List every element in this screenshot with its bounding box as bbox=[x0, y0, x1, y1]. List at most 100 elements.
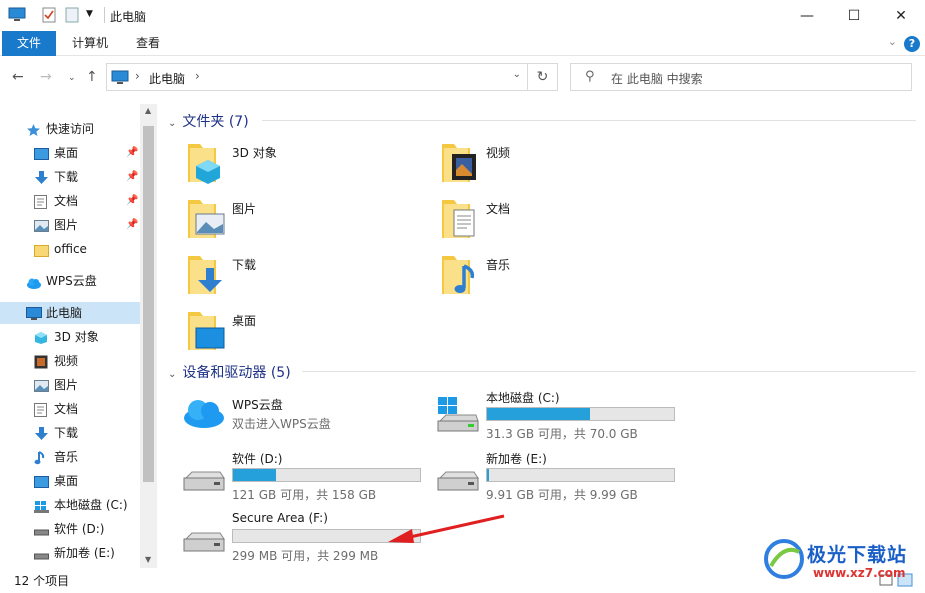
sidebar-item-drive-d[interactable]: 软件 (D:) bbox=[0, 518, 140, 540]
search-icon: ⚲ bbox=[585, 69, 595, 84]
download-icon bbox=[34, 426, 49, 440]
drive-icon bbox=[183, 471, 225, 491]
breadcrumb[interactable]: 此电脑 bbox=[149, 70, 185, 87]
folder-desktop[interactable]: 桌面 bbox=[186, 308, 426, 360]
computer-icon bbox=[8, 7, 26, 25]
annotation-arrow bbox=[388, 514, 505, 543]
wps-cloud-tile[interactable]: WPS云盘 双击进入WPS云盘 bbox=[182, 396, 442, 450]
recent-locations-icon[interactable]: ⌄ bbox=[68, 73, 76, 83]
sidebar-item-3d-objects[interactable]: 3D 对象 bbox=[0, 326, 140, 348]
pin-icon[interactable]: 📌 bbox=[126, 190, 138, 212]
divider bbox=[262, 120, 916, 121]
chevron-right-icon[interactable]: › bbox=[135, 69, 140, 83]
folder-downloads[interactable]: 下载 bbox=[186, 252, 426, 304]
customize-toolbar-icon[interactable]: ▼ bbox=[86, 9, 93, 19]
drive-icon bbox=[437, 471, 479, 491]
search-input[interactable]: ⚲ 在 此电脑 中搜索 bbox=[570, 63, 912, 91]
sidebar-item-desktop[interactable]: 桌面 📌 bbox=[0, 142, 140, 164]
drive-d-tile[interactable]: 软件 (D:) 121 GB 可用，共 158 GB bbox=[182, 450, 442, 504]
star-icon bbox=[26, 122, 41, 136]
folder-documents[interactable]: 文档 bbox=[440, 196, 680, 248]
chevron-down-icon: ⌄ bbox=[168, 118, 177, 129]
pin-icon[interactable]: 📌 bbox=[126, 166, 138, 188]
cube-icon bbox=[34, 330, 49, 344]
desktop-icon bbox=[34, 474, 49, 488]
download-icon bbox=[34, 170, 49, 184]
properties-icon[interactable] bbox=[42, 7, 56, 26]
folder-icon bbox=[34, 242, 49, 257]
tab-file[interactable]: 文件 bbox=[2, 31, 56, 56]
sidebar-item-drive-e[interactable]: 新加卷 (E:) bbox=[0, 542, 140, 564]
sidebar-item-downloads[interactable]: 下载 📌 bbox=[0, 166, 140, 188]
sidebar-item-documents[interactable]: 文档 📌 bbox=[0, 190, 140, 212]
windows-drive-icon bbox=[34, 498, 49, 513]
sidebar-item-office[interactable]: office bbox=[0, 238, 140, 260]
back-icon[interactable]: ← bbox=[12, 69, 24, 85]
divider bbox=[302, 371, 916, 372]
sidebar-item-downloads-pc[interactable]: 下载 bbox=[0, 422, 140, 444]
cloud-icon bbox=[26, 274, 41, 289]
tab-computer[interactable]: 计算机 bbox=[58, 31, 122, 56]
sidebar-item-videos[interactable]: 视频 bbox=[0, 350, 140, 372]
sidebar-item-desktop-pc[interactable]: 桌面 bbox=[0, 470, 140, 492]
computer-icon bbox=[26, 306, 42, 320]
title-bar: ▼ 此电脑 — ☐ ✕ bbox=[0, 0, 925, 31]
computer-icon bbox=[111, 70, 129, 88]
devices-group-header[interactable]: ⌄ 设备和驱动器 (5) bbox=[168, 362, 291, 382]
tab-view[interactable]: 查看 bbox=[122, 31, 174, 56]
folders-group-header[interactable]: ⌄ 文件夹 (7) bbox=[168, 111, 249, 131]
refresh-button[interactable]: ↻ bbox=[528, 63, 558, 91]
folder-videos[interactable]: 视频 bbox=[440, 140, 680, 192]
new-folder-icon[interactable] bbox=[65, 7, 79, 26]
scrollbar-thumb[interactable] bbox=[143, 126, 154, 482]
cube-folder-icon bbox=[188, 144, 220, 184]
maximize-button[interactable]: ☐ bbox=[831, 0, 877, 31]
folder-pictures[interactable]: 图片 bbox=[186, 196, 426, 248]
folder-music[interactable]: 音乐 bbox=[440, 252, 680, 304]
up-icon[interactable]: ↑ bbox=[86, 69, 98, 85]
watermark: 极光下载站 www.xz7.com bbox=[763, 536, 923, 586]
cloud-icon bbox=[184, 400, 224, 428]
minimize-button[interactable]: — bbox=[784, 0, 830, 31]
item-count: 12 个项目 bbox=[14, 574, 70, 588]
windows-drive-icon bbox=[437, 397, 479, 432]
drive-icon bbox=[34, 546, 49, 560]
address-bar[interactable]: › 此电脑 › ⌄ bbox=[106, 63, 528, 91]
scroll-down-icon[interactable]: ▼ bbox=[145, 555, 151, 564]
divider bbox=[104, 7, 105, 23]
sidebar-item-quick-access[interactable]: 快速访问 bbox=[0, 118, 140, 140]
usage-bar bbox=[486, 468, 675, 482]
sidebar-item-music[interactable]: 音乐 bbox=[0, 446, 140, 468]
ribbon: 文件 计算机 查看 ⌄ ? bbox=[0, 31, 925, 56]
drive-c-tile[interactable]: 本地磁盘 (C:) 31.3 GB 可用，共 70.0 GB bbox=[436, 389, 696, 443]
sidebar-item-drive-c[interactable]: 本地磁盘 (C:) bbox=[0, 494, 140, 516]
documents-folder-icon bbox=[442, 200, 475, 238]
navigation-bar: ← → ⌄ ↑ › 此电脑 › ⌄ ↻ ⚲ 在 此电脑 中搜索 bbox=[0, 56, 925, 100]
drive-e-tile[interactable]: 新加卷 (E:) 9.91 GB 可用，共 9.99 GB bbox=[436, 450, 696, 504]
music-folder-icon bbox=[442, 256, 475, 294]
forward-icon[interactable]: → bbox=[40, 69, 52, 85]
chevron-down-icon[interactable]: ⌄ bbox=[513, 69, 521, 80]
window-title: 此电脑 bbox=[110, 10, 147, 24]
film-folder-icon bbox=[442, 144, 476, 182]
pictures-folder-icon bbox=[188, 200, 225, 238]
help-icon[interactable]: ? bbox=[904, 36, 920, 52]
logo-icon bbox=[764, 539, 804, 579]
sidebar-item-this-pc[interactable]: 此电脑 bbox=[0, 302, 140, 324]
sidebar-item-pictures-pc[interactable]: 图片 bbox=[0, 374, 140, 396]
pictures-icon bbox=[34, 378, 49, 392]
sidebar-item-pictures[interactable]: 图片 📌 bbox=[0, 214, 140, 236]
drive-icon bbox=[34, 522, 49, 536]
document-icon bbox=[34, 194, 49, 209]
pin-icon[interactable]: 📌 bbox=[126, 214, 138, 236]
folder-3d-objects[interactable]: 3D 对象 bbox=[186, 140, 426, 192]
chevron-right-icon[interactable]: › bbox=[195, 69, 200, 83]
expand-ribbon-icon[interactable]: ⌄ bbox=[888, 35, 897, 48]
sidebar-item-wps[interactable]: WPS云盘 bbox=[0, 270, 140, 292]
scroll-up-icon[interactable]: ▲ bbox=[145, 106, 151, 115]
close-button[interactable]: ✕ bbox=[878, 0, 924, 31]
sidebar-item-documents-pc[interactable]: 文档 bbox=[0, 398, 140, 420]
navigation-pane: 快速访问 桌面 📌 下载 📌 文档 📌 图片 📌 office WPS云盘 此电… bbox=[0, 104, 157, 568]
music-note-icon bbox=[34, 450, 49, 465]
pin-icon[interactable]: 📌 bbox=[126, 142, 138, 164]
